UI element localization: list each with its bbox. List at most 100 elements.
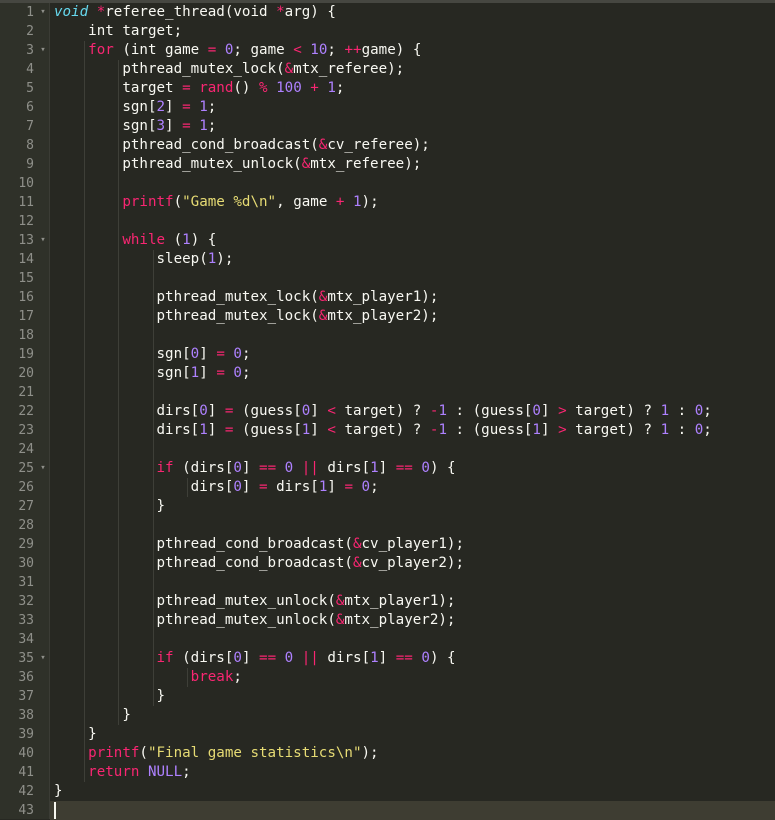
- code-line[interactable]: 3 ▾ for (int game = 0; game < 10; ++game)…: [0, 41, 775, 60]
- code-token: =: [182, 80, 191, 96]
- code-line[interactable]: 28: [0, 516, 775, 535]
- code-token: ==: [259, 460, 277, 476]
- line-number: 38: [18, 708, 34, 723]
- code-line[interactable]: 33 pthread_mutex_unlock(&mtx_player2);: [0, 611, 775, 630]
- code-line[interactable]: 38 }: [0, 706, 775, 725]
- code-line[interactable]: 26 dirs[0] = dirs[1] = 0;: [0, 478, 775, 497]
- code-editor[interactable]: 1 ▾ void *referee_thread(void *arg) {2 int…: [0, 0, 775, 820]
- fold-arrow-icon[interactable]: ▾: [38, 3, 48, 22]
- fold-arrow-icon[interactable]: ▾: [38, 649, 48, 668]
- code-line[interactable]: 24: [0, 440, 775, 459]
- line-code: while (1) {: [54, 231, 216, 250]
- code-line[interactable]: 20 sgn[1] = 0;: [0, 364, 775, 383]
- code-line[interactable]: 1 ▾ void *referee_thread(void *arg) {: [0, 3, 775, 22]
- code-line[interactable]: 22 dirs[0] = (guess[0] < target) ? -1 : …: [0, 402, 775, 421]
- code-line[interactable]: 10: [0, 174, 775, 193]
- code-token: +: [310, 80, 319, 96]
- line-number: 29: [18, 537, 34, 552]
- code-token: 1: [370, 650, 379, 666]
- code-token: }: [54, 688, 166, 704]
- code-token: (int game: [113, 42, 208, 58]
- line-number: 11: [18, 195, 34, 210]
- line-code: break;: [54, 668, 242, 687]
- line-number: 19: [18, 347, 34, 362]
- code-line[interactable]: 37 }: [0, 687, 775, 706]
- code-token: target) ?: [566, 422, 661, 438]
- code-token: ;: [241, 346, 251, 362]
- code-token: ;: [335, 80, 345, 96]
- code-token: 1: [370, 460, 379, 476]
- code-token: dirs[: [318, 650, 371, 666]
- code-line[interactable]: 32 pthread_mutex_unlock(&mtx_player1);: [0, 592, 775, 611]
- code-token: dirs[: [54, 403, 200, 419]
- code-line[interactable]: 15: [0, 269, 775, 288]
- code-token: }: [54, 783, 63, 799]
- code-line[interactable]: 41 return NULL;: [0, 763, 775, 782]
- code-line[interactable]: 30 pthread_cond_broadcast(&cv_player2);: [0, 554, 775, 573]
- line-number: 43: [18, 803, 34, 818]
- line-code: pthread_mutex_unlock(&mtx_player1);: [54, 592, 455, 611]
- code-token: ==: [259, 650, 277, 666]
- line-number: 15: [18, 271, 34, 286]
- line-code: pthread_mutex_lock(&mtx_player2);: [54, 307, 438, 326]
- code-token: ]: [378, 650, 396, 666]
- code-token: 3: [156, 118, 166, 134]
- code-token: dirs[: [267, 479, 319, 495]
- code-token: );: [361, 745, 379, 761]
- code-line[interactable]: 5 target = rand() % 100 + 1;: [0, 79, 775, 98]
- code-line[interactable]: 23 dirs[1] = (guess[1] < target) ? -1 : …: [0, 421, 775, 440]
- fold-arrow-icon[interactable]: ▾: [38, 41, 48, 60]
- code-token: 0: [233, 365, 242, 381]
- code-token: ]: [540, 403, 559, 419]
- code-line[interactable]: 8 pthread_cond_broadcast(&cv_referee);: [0, 136, 775, 155]
- code-line[interactable]: 14 sleep(1);: [0, 250, 775, 269]
- code-token: mtx_player1);: [327, 289, 439, 305]
- code-token: mtx_referee);: [310, 156, 422, 172]
- code-line[interactable]: 40 printf("Final game statistics\n");: [0, 744, 775, 763]
- code-line[interactable]: 21: [0, 383, 775, 402]
- code-line[interactable]: 19 sgn[0] = 0;: [0, 345, 775, 364]
- code-token: (: [139, 745, 148, 761]
- fold-arrow-icon[interactable]: ▾: [38, 459, 48, 478]
- code-line[interactable]: 34: [0, 630, 775, 649]
- code-line[interactable]: 7 sgn[3] = 1;: [0, 117, 775, 136]
- line-code: pthread_cond_broadcast(&cv_player1);: [54, 535, 464, 554]
- code-token: return: [88, 764, 140, 780]
- code-line[interactable]: 43: [0, 801, 775, 820]
- code-line[interactable]: 6 sgn[2] = 1;: [0, 98, 775, 117]
- code-line[interactable]: 18: [0, 326, 775, 345]
- code-token: : (guess[: [447, 403, 533, 419]
- code-line[interactable]: 4 pthread_mutex_lock(&mtx_referee);: [0, 60, 775, 79]
- code-token: "Game %d\n": [182, 194, 277, 210]
- code-token: referee_thread(void: [105, 4, 277, 20]
- code-token: >: [558, 422, 567, 438]
- code-token: ;: [182, 764, 191, 780]
- code-line[interactable]: 35 ▾ if (dirs[0] == 0 || dirs[1] == 0) {: [0, 649, 775, 668]
- code-token: 1: [199, 422, 208, 438]
- code-token: "Final game statistics\n": [147, 745, 362, 761]
- code-line[interactable]: 25 ▾ if (dirs[0] == 0 || dirs[1] == 0) {: [0, 459, 775, 478]
- code-token: }: [54, 707, 131, 723]
- code-line[interactable]: 42}: [0, 782, 775, 801]
- code-line[interactable]: 13 ▾ while (1) {: [0, 231, 775, 250]
- code-token: 1: [660, 422, 670, 438]
- code-line[interactable]: 39 }: [0, 725, 775, 744]
- code-token: sleep(: [54, 251, 208, 267]
- code-line[interactable]: 2 int target;: [0, 22, 775, 41]
- code-line[interactable]: 31: [0, 573, 775, 592]
- code-token: ]: [199, 346, 217, 362]
- code-token: );: [216, 251, 234, 267]
- code-line[interactable]: 16 pthread_mutex_lock(&mtx_player1);: [0, 288, 775, 307]
- code-line[interactable]: 17 pthread_mutex_lock(&mtx_player2);: [0, 307, 775, 326]
- fold-arrow-icon[interactable]: ▾: [38, 231, 48, 250]
- code-line[interactable]: 12: [0, 212, 775, 231]
- code-line[interactable]: 9 pthread_mutex_unlock(&mtx_referee);: [0, 155, 775, 174]
- code-line[interactable]: 27 }: [0, 497, 775, 516]
- code-line[interactable]: 29 pthread_cond_broadcast(&cv_player1);: [0, 535, 775, 554]
- code-line[interactable]: 36 break;: [0, 668, 775, 687]
- code-line[interactable]: 11 printf("Game %d\n", game + 1);: [0, 193, 775, 212]
